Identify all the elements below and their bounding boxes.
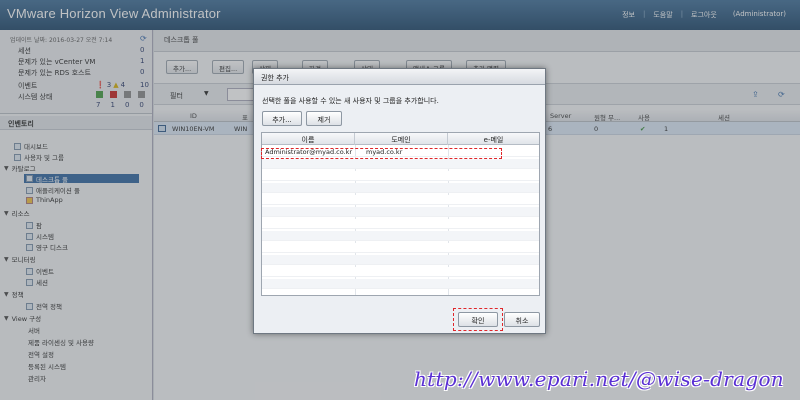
empty-row [262, 231, 539, 241]
selection-highlight [261, 148, 502, 159]
dialog-message: 선택한 풀을 사용할 수 있는 새 사용자 및 그룹을 추가합니다. [262, 97, 439, 105]
add-entitlement-dialog: 권한 추가 선택한 풀을 사용할 수 있는 새 사용자 및 그룹을 추가합니다.… [253, 68, 546, 334]
users-grid-header: 이름 도메인 e-메일 [262, 133, 539, 145]
empty-row [262, 219, 539, 229]
empty-row [262, 243, 539, 253]
empty-row [262, 279, 539, 289]
remove-user-button[interactable]: 제거 [306, 111, 342, 126]
empty-row [262, 195, 539, 205]
empty-row [262, 207, 539, 217]
watermark: http://www.epari.net/@wise-dragon [414, 367, 784, 391]
column-domain[interactable]: 도메인 [355, 133, 448, 145]
empty-row [262, 267, 539, 277]
dialog-title: 권한 추가 [254, 69, 545, 85]
empty-row [262, 255, 539, 265]
cancel-button[interactable]: 취소 [504, 312, 540, 327]
empty-row [262, 159, 539, 169]
empty-row [262, 183, 539, 193]
column-name[interactable]: 이름 [262, 133, 355, 145]
empty-row [262, 171, 539, 181]
column-email[interactable]: e-메일 [448, 133, 539, 145]
add-user-button[interactable]: 추가... [262, 111, 302, 126]
ok-highlight [453, 308, 503, 331]
